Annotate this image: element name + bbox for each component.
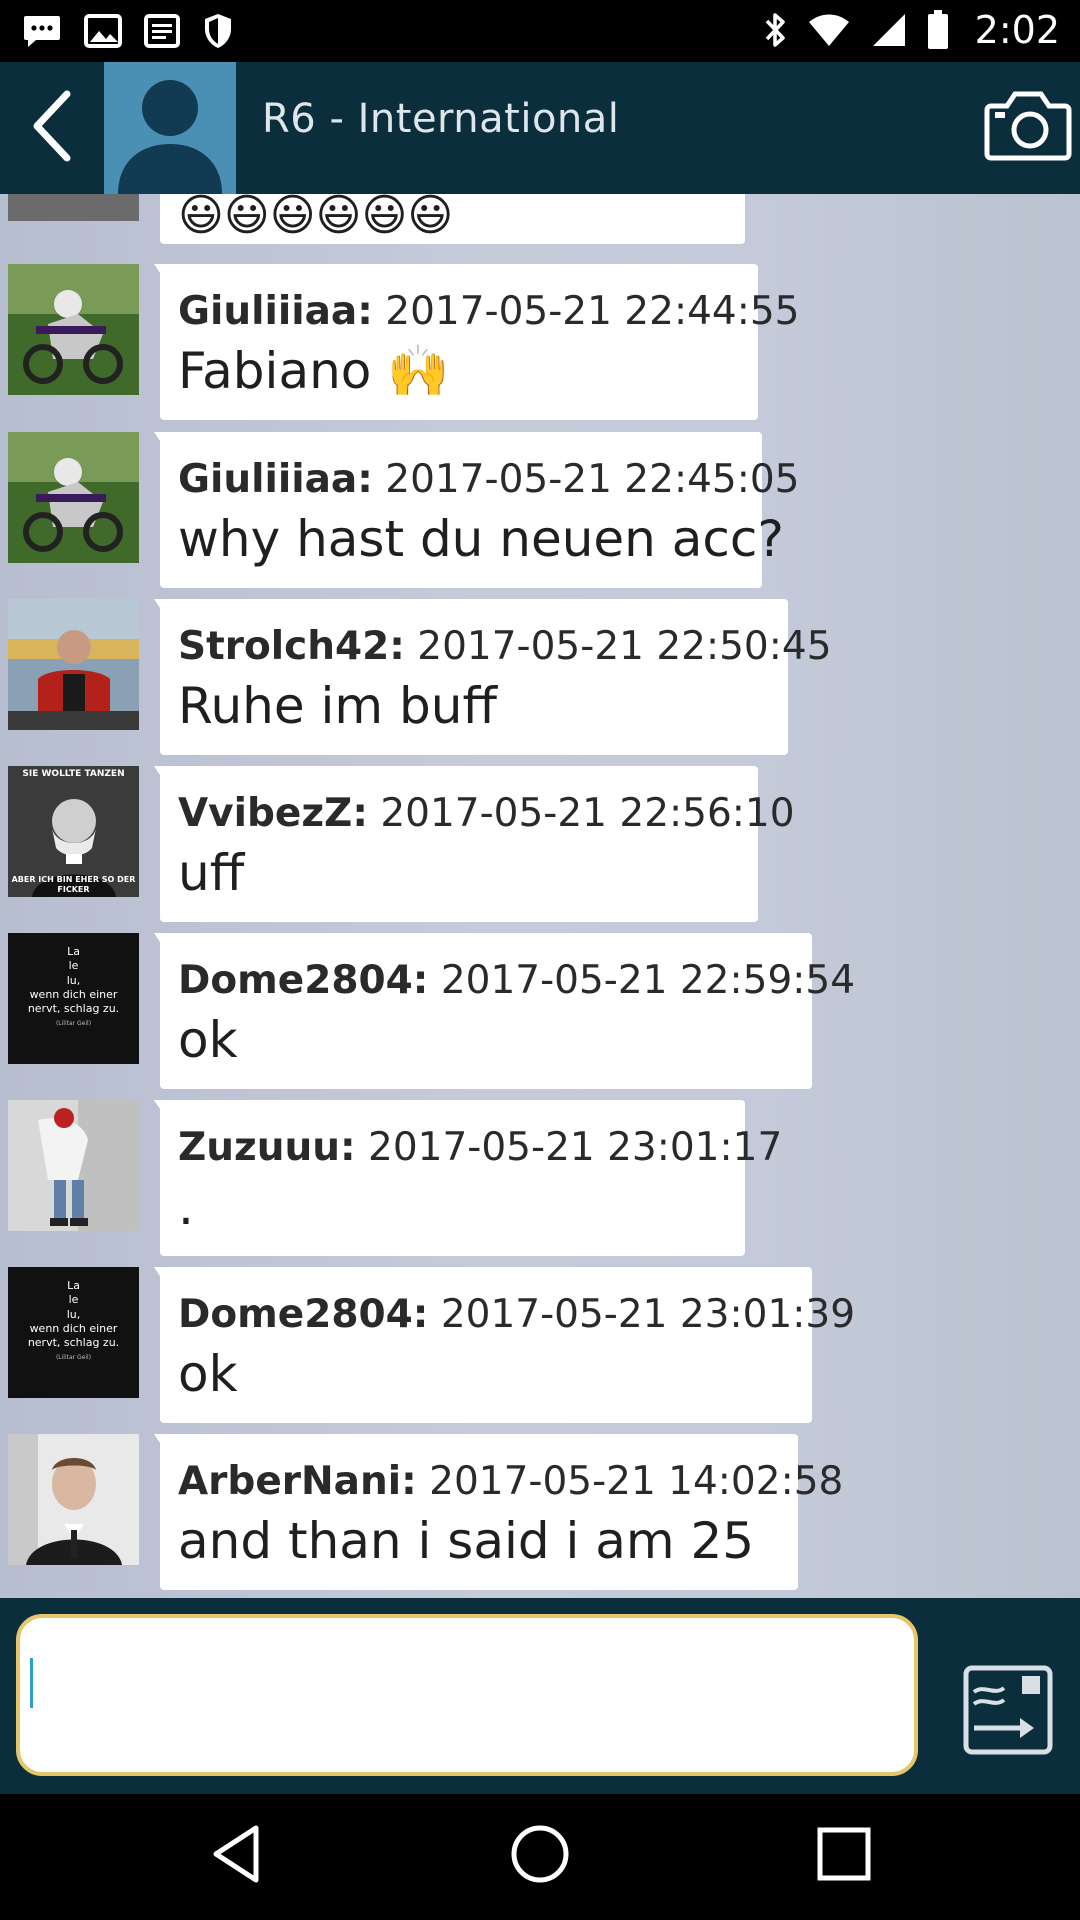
message-bubble: Giuliiiaa: 2017-05-21 22:45:05 why hast … — [154, 432, 799, 588]
chat-message-list[interactable]: 😃😃😃😃😃😃 Giuliiiaa: 2017-05-21 22:44:55 Fa… — [0, 194, 1080, 1598]
user-avatar[interactable] — [8, 194, 139, 221]
nav-back-icon — [206, 1822, 266, 1890]
avatar-caption-bottom: ABER ICH BIN EHER SO DER FICKER — [11, 875, 136, 894]
status-clock: 2:02 — [974, 8, 1060, 52]
message-timestamp: 2017-05-21 22:59:54 — [440, 958, 856, 1003]
message-text: . — [178, 1177, 194, 1236]
back-button[interactable] — [0, 62, 104, 194]
message-text: 😃😃😃😃😃😃 — [178, 194, 454, 241]
user-avatar[interactable]: SIE WOLLTE TANZEN ABER ICH BIN EHER SO D… — [8, 766, 139, 897]
message-timestamp: 2017-05-21 22:50:45 — [417, 624, 832, 669]
avatar-quote-credit: (Lilitar Geil) — [55, 1354, 92, 1362]
message-timestamp: 2017-05-21 22:56:10 — [380, 791, 795, 836]
camera-icon — [983, 86, 1073, 170]
bluetooth-icon — [763, 11, 787, 49]
avatar-quote-line: wenn dich einer — [29, 987, 118, 1001]
avatar-quote-line: le — [68, 1293, 79, 1307]
user-avatar[interactable] — [8, 1100, 139, 1231]
message-bubble: Giuliiiaa: 2017-05-21 22:44:55 Fabiano 🙌 — [154, 264, 799, 420]
user-avatar[interactable] — [8, 1434, 139, 1565]
message-text: why hast du neuen acc? — [178, 509, 784, 568]
user-avatar[interactable] — [8, 599, 139, 730]
user-avatar[interactable]: La le lu, wenn dich einer nervt, schlag … — [8, 933, 139, 1064]
message-bubble: Zuzuuu: 2017-05-21 23:01:17 . — [154, 1100, 782, 1256]
message-timestamp: 2017-05-21 22:45:05 — [385, 457, 800, 502]
message-text: Ruhe im buff — [178, 676, 497, 735]
nav-back-button[interactable] — [196, 1816, 276, 1896]
shield-icon — [202, 12, 234, 50]
message-header: VvibezZ: 2017-05-21 22:56:10 — [178, 791, 795, 837]
message-header: ArberNani: 2017-05-21 14:02:58 — [178, 1459, 843, 1505]
nav-recents-button[interactable] — [804, 1816, 884, 1896]
message-input[interactable] — [16, 1614, 918, 1776]
message-timestamp: 2017-05-21 14:02:58 — [429, 1459, 844, 1504]
system-nav-bar — [0, 1794, 1080, 1920]
message-username[interactable]: Strolch42: — [178, 624, 405, 669]
send-button[interactable] — [960, 1664, 1056, 1760]
avatar-caption-top: SIE WOLLTE TANZEN — [22, 769, 125, 779]
message-bubble: Dome2804: 2017-05-21 23:01:39 ok — [154, 1267, 855, 1423]
message-username[interactable]: Zuzuuu: — [178, 1125, 356, 1170]
message-header: Giuliiiaa: 2017-05-21 22:45:05 — [178, 457, 799, 503]
send-message-icon — [960, 1662, 1056, 1762]
avatar-quote-line: La — [67, 945, 80, 958]
message-username[interactable]: Dome2804: — [178, 1292, 428, 1337]
list-icon — [144, 14, 180, 48]
text-cursor — [30, 1658, 33, 1708]
user-avatar[interactable] — [8, 432, 139, 563]
group-avatar[interactable] — [104, 62, 236, 194]
status-bar: 2:02 — [0, 0, 1080, 62]
message-bubble: Dome2804: 2017-05-21 22:59:54 ok — [154, 933, 855, 1089]
nav-recents-icon — [814, 1824, 874, 1888]
message-username[interactable]: Dome2804: — [178, 958, 428, 1003]
person-silhouette-icon — [104, 80, 236, 194]
message-bubble: ArberNani: 2017-05-21 14:02:58 and than … — [154, 1434, 843, 1590]
message-text: Fabiano 🙌 — [178, 341, 450, 400]
message-text: ok — [178, 1344, 238, 1403]
avatar-quote-line: La — [67, 1279, 80, 1292]
message-username[interactable]: VvibezZ: — [178, 791, 368, 836]
message-username[interactable]: Giuliiiaa: — [178, 289, 373, 334]
message-header: Giuliiiaa: 2017-05-21 22:44:55 — [178, 289, 799, 335]
avatar-quote-credit: (Lilitar Geil) — [55, 1020, 92, 1028]
avatar-quote-line: wenn dich einer — [29, 1321, 118, 1335]
message-header: Zuzuuu: 2017-05-21 23:01:17 — [178, 1125, 782, 1171]
message-text: ok — [178, 1010, 238, 1069]
message-header: Dome2804: 2017-05-21 22:59:54 — [178, 958, 855, 1004]
camera-button[interactable] — [982, 86, 1074, 170]
wifi-icon — [807, 12, 851, 48]
image-icon — [84, 14, 122, 48]
message-timestamp: 2017-05-21 23:01:39 — [440, 1292, 856, 1337]
user-avatar[interactable] — [8, 264, 139, 395]
chat-title: R6 - International — [262, 96, 620, 142]
message-username[interactable]: Giuliiiaa: — [178, 457, 373, 502]
message-header: Strolch42: 2017-05-21 22:50:45 — [178, 624, 832, 670]
message-bubble: Strolch42: 2017-05-21 22:50:45 Ruhe im b… — [154, 599, 832, 755]
message-text: and than i said i am 25 — [178, 1511, 755, 1570]
app-bar: R6 - International — [0, 62, 1080, 194]
avatar-quote-line: nervt, schlag zu. — [27, 1002, 120, 1016]
message-bubble: 😃😃😃😃😃😃 — [160, 194, 745, 244]
chat-bubble-icon — [22, 14, 62, 48]
message-bubble: VvibezZ: 2017-05-21 22:56:10 uff — [154, 766, 795, 922]
user-avatar[interactable]: La le lu, wenn dich einer nervt, schlag … — [8, 1267, 139, 1398]
composer-bar — [0, 1598, 1080, 1794]
message-username[interactable]: ArberNani: — [178, 1459, 417, 1504]
message-timestamp: 2017-05-21 23:01:17 — [368, 1125, 783, 1170]
battery-icon — [927, 10, 949, 50]
chevron-left-icon — [27, 86, 77, 170]
message-timestamp: 2017-05-21 22:44:55 — [385, 289, 800, 334]
message-text: uff — [178, 843, 245, 902]
avatar-quote-line: lu, — [66, 1307, 81, 1321]
signal-icon — [871, 12, 907, 48]
message-header: Dome2804: 2017-05-21 23:01:39 — [178, 1292, 855, 1338]
avatar-quote-line: nervt, schlag zu. — [27, 1336, 120, 1350]
nav-home-icon — [508, 1822, 572, 1890]
nav-home-button[interactable] — [500, 1816, 580, 1896]
avatar-quote-line: lu, — [66, 973, 81, 987]
avatar-quote-line: le — [68, 959, 79, 973]
